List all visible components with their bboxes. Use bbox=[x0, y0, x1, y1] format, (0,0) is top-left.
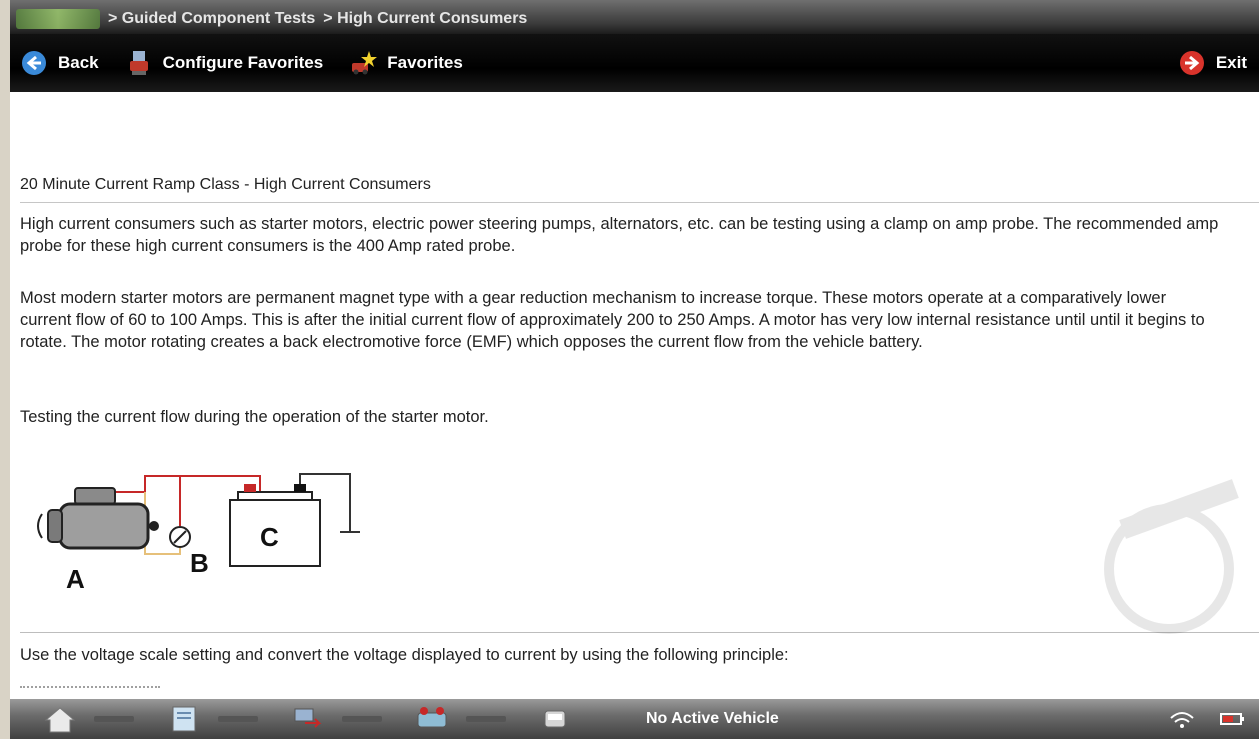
house-icon bbox=[44, 707, 76, 733]
wifi-icon[interactable] bbox=[1167, 706, 1197, 732]
vehicle-system-icon[interactable] bbox=[412, 704, 452, 734]
data-icon[interactable] bbox=[288, 704, 328, 734]
configure-favorites-label: Configure Favorites bbox=[162, 53, 324, 72]
truncated-text bbox=[20, 686, 160, 698]
configure-favorites-icon bbox=[129, 51, 148, 75]
meter-symbol bbox=[169, 526, 191, 548]
tools-icon[interactable] bbox=[164, 704, 204, 734]
paragraph-4: Use the voltage scale setting and conver… bbox=[20, 646, 789, 664]
title-bar: > Guided Component Tests > High Current … bbox=[10, 0, 1259, 34]
active-vehicle-label: No Active Vehicle bbox=[646, 710, 779, 727]
breadcrumb: > Guided Component Tests > High Current … bbox=[16, 8, 527, 30]
watermark-graphic bbox=[1104, 479, 1239, 634]
breadcrumb-item-high-current[interactable]: > High Current Consumers bbox=[323, 10, 527, 28]
diagram-label-c: C bbox=[260, 522, 279, 552]
status-separator bbox=[218, 716, 258, 722]
exit-label: Exit bbox=[1215, 53, 1247, 72]
status-separator bbox=[466, 716, 506, 722]
car-icon bbox=[544, 710, 566, 728]
favorites-button[interactable]: Favorites bbox=[349, 49, 463, 77]
back-arrow-icon bbox=[22, 51, 46, 75]
back-label: Back bbox=[58, 53, 99, 72]
favorites-label: Favorites bbox=[387, 53, 463, 72]
document-icon bbox=[172, 706, 196, 732]
favorites-star-icon bbox=[352, 51, 378, 75]
exit-arrow-icon bbox=[1179, 51, 1204, 75]
vehicle-icon[interactable] bbox=[536, 704, 576, 734]
app-window: > Guided Component Tests > High Current … bbox=[10, 0, 1259, 739]
starter-motor-diagram: A B C bbox=[37, 473, 360, 594]
back-button[interactable]: Back bbox=[20, 49, 99, 77]
starter-motor bbox=[37, 487, 159, 550]
paragraph-2: Most modern starter motors are permanent… bbox=[20, 289, 1205, 351]
breadcrumb-item-guided-tests[interactable]: > Guided Component Tests bbox=[108, 10, 315, 28]
status-right-group bbox=[1167, 706, 1247, 732]
title-divider bbox=[20, 202, 1259, 203]
paragraph-1: High current consumers such as starter m… bbox=[20, 215, 1219, 255]
page-title: 20 Minute Current Ramp Class - High Curr… bbox=[20, 176, 431, 193]
configure-favorites-button[interactable]: Configure Favorites bbox=[125, 49, 324, 77]
status-bar: No Active Vehicle bbox=[10, 699, 1259, 739]
battery-status-icon[interactable] bbox=[1217, 706, 1247, 732]
home-breadcrumb-icon[interactable] bbox=[16, 9, 100, 29]
status-separator bbox=[342, 716, 382, 722]
diagram-label-b: B bbox=[190, 548, 209, 578]
content-area: 20 Minute Current Ramp Class - High Curr… bbox=[20, 92, 1259, 699]
status-separator bbox=[94, 716, 134, 722]
exit-button[interactable]: Exit bbox=[1178, 49, 1247, 77]
home-icon[interactable] bbox=[40, 704, 80, 734]
toolbar: Back Configure Favorites Favorites Exit bbox=[10, 34, 1259, 92]
diagram-label-a: A bbox=[66, 564, 85, 594]
arrow-data-icon bbox=[294, 708, 322, 728]
engine-icon bbox=[417, 707, 447, 728]
paragraph-3: Testing the current flow during the oper… bbox=[20, 408, 489, 426]
